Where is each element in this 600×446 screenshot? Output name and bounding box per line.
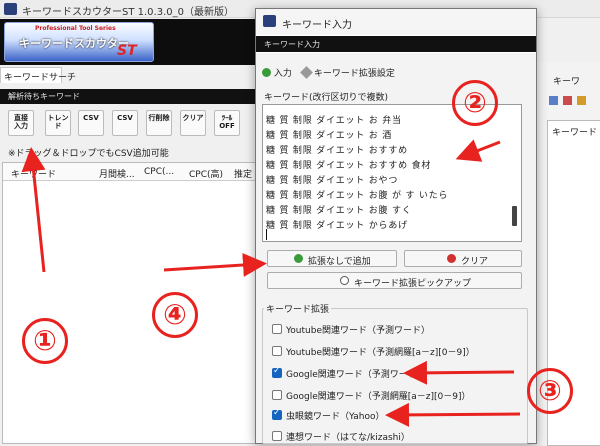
annotation-arrows [21, 139, 521, 427]
annotation-circle-4: ④ [152, 292, 198, 338]
annotation-circle-2: ② [452, 80, 498, 126]
annotation-circle-1: ① [22, 318, 68, 364]
annotation-circle-3: ③ [527, 368, 573, 414]
